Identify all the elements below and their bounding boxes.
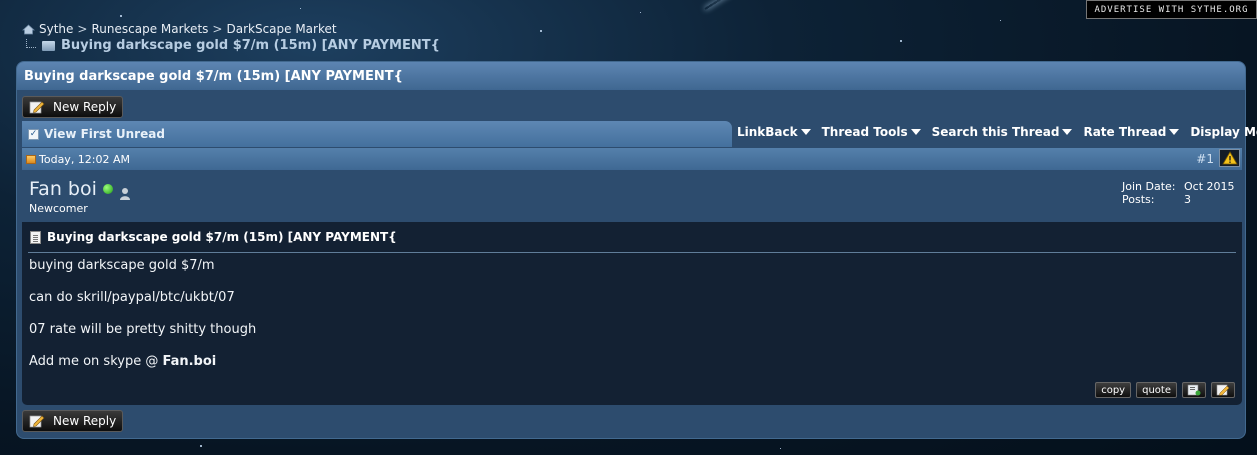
star [540,30,542,32]
star [640,12,641,13]
star [1000,20,1001,21]
post-body: Buying darkscape gold $7/m (15m) [ANY PA… [22,222,1242,405]
breadcrumb-separator: > [212,22,223,36]
display-modes-dropdown[interactable]: Display Modes [1190,125,1257,139]
pencil-icon [29,100,45,114]
post-line: 07 rate will be pretty shitty though [29,322,257,337]
rate-thread-label: Rate Thread [1083,125,1167,139]
post-date: Today, 12:02 AM [39,152,131,166]
dropdown-arrow-icon [1169,129,1180,135]
post-status-icon [26,154,36,164]
pencil-icon [29,414,45,428]
advertise-banner[interactable]: ADVERTISE WITH SYTHE.ORG [1086,0,1257,19]
new-reply-label: New Reply [53,100,117,114]
view-first-unread-label: View First Unread [44,127,165,141]
thread-header: Buying darkscape gold $7/m (15m) [ANY PA… [17,62,1245,90]
posts-count: 3 [1184,193,1191,206]
rate-thread-dropdown[interactable]: Rate Thread [1083,125,1180,139]
linkback-label: LinkBack [737,125,798,139]
new-reply-label: New Reply [53,414,117,428]
search-thread-label: Search this Thread [931,125,1060,139]
quick-reply-icon[interactable] [1211,382,1235,398]
display-modes-label: Display Modes [1190,125,1257,139]
thread-tools-label: Thread Tools [821,125,908,139]
star [300,8,301,9]
document-icon [30,230,41,244]
star [120,15,122,17]
new-reply-button-bottom[interactable]: New Reply [22,410,123,432]
breadcrumb-separator: > [77,22,88,36]
username-link[interactable]: Fan boi [29,178,97,200]
skype-handle: Fan.boi [162,354,217,369]
post-line: Add me on skype @ Fan.boi [29,354,1236,386]
tree-connector [26,39,36,48]
post-author: Fan boi Newcomer [29,178,131,215]
folder-icon [42,40,55,51]
dropdown-arrow-icon [1062,129,1073,135]
post-title-row: Buying darkscape gold $7/m (15m) [ANY PA… [28,226,1236,253]
dropdown-arrow-icon [800,129,811,135]
thread-tools-menu: LinkBack Thread Tools Search this Thread… [737,125,1257,139]
star [780,448,781,449]
join-date-value: Oct 2015 [1184,180,1235,193]
post-line: can do skrill/paypal/btc/ukbt/07 [29,290,235,305]
online-status-icon [102,184,113,194]
multi-quote-icon[interactable] [1182,382,1206,398]
skype-prefix: Add me on skype @ [29,354,163,369]
breadcrumb-link-runescape-markets[interactable]: Runescape Markets [91,22,208,36]
star [900,40,902,42]
breadcrumb-current: Buying darkscape gold $7/m (15m) [ANY PA… [26,38,440,53]
thread-title: Buying darkscape gold $7/m (15m) [ANY PA… [24,68,403,84]
author-line: Fan boi [29,178,131,200]
star [200,445,202,447]
thread-tools-dropdown[interactable]: Thread Tools [822,125,921,139]
posts-label: Posts: [1122,193,1155,206]
home-icon [22,23,35,35]
report-warning-icon[interactable] [1219,149,1240,167]
dropdown-arrow-icon [910,129,921,135]
shooting-star [704,0,825,10]
quote-button[interactable]: quote [1136,382,1177,398]
post-actions: copy quote [1095,382,1235,398]
new-reply-button[interactable]: New Reply [22,96,123,118]
post-number-link[interactable]: #1 [1196,152,1214,166]
view-first-unread-link[interactable]: ✓ View First Unread [22,121,732,147]
checkbox-icon: ✓ [28,128,39,140]
post-header: Today, 12:02 AM #1 [22,148,1242,170]
copy-button[interactable]: copy [1095,382,1132,398]
join-date-label: Join Date: [1122,180,1176,193]
user-rank: Newcomer [29,202,88,215]
post-message: buying darkscape gold $7/m can do skrill… [28,253,1236,386]
search-thread-dropdown[interactable]: Search this Thread [932,125,1073,139]
breadcrumb-current-title: Buying darkscape gold $7/m (15m) [ANY PA… [61,38,440,53]
breadcrumb: Sythe > Runescape Markets > DarkScape Ma… [22,22,337,36]
breadcrumb-link-sythe[interactable]: Sythe [39,22,73,36]
author-stats: Join Date: Oct 2015 Posts: 3 [1122,180,1235,206]
thread-toolbar: ✓ View First Unread LinkBack Thread Tool… [22,121,1257,147]
thread-panel: Buying darkscape gold $7/m (15m) [ANY PA… [16,61,1257,439]
breadcrumb-link-darkscape-market[interactable]: DarkScape Market [226,22,336,36]
user-profile-icon[interactable] [119,183,131,200]
post-line: buying darkscape gold $7/m [29,258,215,273]
linkback-menu[interactable]: LinkBack [737,125,811,139]
post-title: Buying darkscape gold $7/m (15m) [ANY PA… [47,230,397,244]
